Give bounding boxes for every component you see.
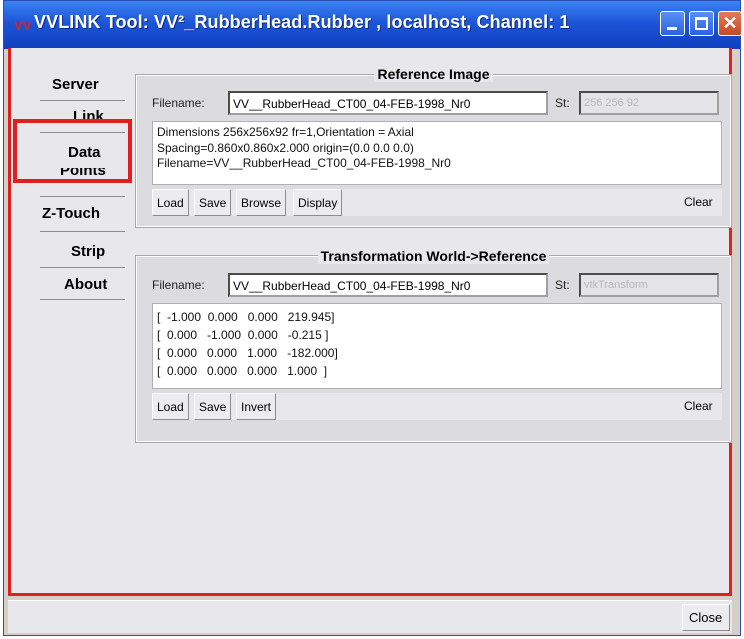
reference-filename-field[interactable]: VV__RubberHead_CT00_04-FEB-1998_Nr0 — [228, 91, 548, 115]
transform-load-button[interactable]: Load — [152, 393, 189, 420]
transform-invert-button[interactable]: Invert — [236, 393, 277, 420]
nav-separator — [40, 267, 125, 268]
nav-label: Strip — [71, 243, 106, 260]
matrix-row: [ 0.000 -1.000 0.000 -0.215 ] — [157, 328, 329, 342]
window-close-button[interactable]: ✕ — [718, 11, 742, 36]
app-icon: VV — [14, 18, 32, 33]
transform-matrix-text[interactable]: [ -1.000 0.000 0.000 219.945] [ 0.000 -1… — [152, 303, 722, 389]
nav-separator — [40, 299, 125, 300]
window-title: VVLINK Tool: VV²_RubberHead.Rubber , loc… — [34, 12, 570, 32]
reference-st-field[interactable]: 256 256 92 — [579, 91, 719, 115]
transform-button-bar: Load Save Invert Clear — [152, 393, 722, 420]
transform-filename-field[interactable]: VV__RubberHead_CT00_04-FEB-1998_Nr0 — [228, 273, 548, 297]
maximize-button[interactable] — [689, 11, 714, 36]
transform-save-button[interactable]: Save — [194, 393, 232, 420]
minimize-icon — [667, 27, 677, 30]
nav-separator — [40, 100, 125, 101]
close-button[interactable]: Close — [682, 604, 730, 631]
reference-load-button[interactable]: Load — [152, 189, 189, 216]
highlight-annotation — [13, 119, 132, 183]
reference-browse-button[interactable]: Browse — [236, 189, 287, 216]
title-bar[interactable]: VV VVLINK Tool: VV²_RubberHead.Rubber , … — [4, 1, 742, 49]
transformation-group-title: Transformation World->Reference — [137, 248, 730, 264]
nav-label: About — [64, 276, 108, 293]
nav-item-about[interactable]: About — [64, 272, 134, 298]
info-line: Spacing=0.860x0.860x2.000 origin=(0.0 0.… — [157, 140, 414, 155]
matrix-row: [ 0.000 0.000 0.000 1.000 ] — [157, 364, 328, 378]
reference-clear-button[interactable]: Clear — [680, 189, 717, 216]
reference-filename-row: Filename: VV__RubberHead_CT00_04-FEB-199… — [152, 91, 722, 115]
minimize-button[interactable] — [660, 11, 685, 36]
nav-label: Server — [52, 76, 99, 93]
st-label: St: — [555, 96, 570, 110]
reference-info-text[interactable]: Dimensions 256x256x92 fr=1,Orientation =… — [152, 121, 722, 185]
status-bar — [8, 600, 732, 633]
transform-filename-row: Filename: VV__RubberHead_CT00_04-FEB-199… — [152, 273, 722, 297]
transform-st-field[interactable]: vtkTransform — [579, 273, 719, 297]
nav-label: Z-Touch — [42, 205, 101, 222]
matrix-row: [ 0.000 0.000 1.000 -182.000] — [157, 346, 338, 360]
reference-save-button[interactable]: Save — [194, 189, 232, 216]
nav-separator — [40, 231, 125, 232]
info-line: Filename=VV__RubberHead_CT00_04-FEB-1998… — [157, 156, 451, 170]
filename-label: Filename: — [152, 96, 205, 110]
reference-group-title: Reference Image — [137, 66, 730, 82]
close-icon: ✕ — [722, 13, 738, 33]
transform-clear-button[interactable]: Clear — [680, 393, 717, 420]
nav-item-strip[interactable]: Strip — [71, 239, 131, 265]
maximize-icon — [695, 17, 708, 30]
filename-label: Filename: — [152, 278, 205, 292]
reference-button-bar: Load Save Browse Display Clear — [152, 189, 722, 216]
nav-separator — [40, 196, 125, 197]
info-line: Dimensions 256x256x92 fr=1,Orientation =… — [157, 125, 414, 139]
st-label: St: — [555, 278, 570, 292]
matrix-row: [ -1.000 0.000 0.000 219.945] — [157, 310, 335, 324]
reference-display-button[interactable]: Display — [293, 189, 343, 216]
nav-item-z-touch[interactable]: Z-Touch — [42, 201, 132, 227]
nav-item-server[interactable]: Server — [52, 72, 132, 98]
transformation-group: Transformation World->Reference Filename… — [135, 248, 732, 443]
reference-image-group: Reference Image Filename: VV__RubberHead… — [135, 66, 732, 228]
